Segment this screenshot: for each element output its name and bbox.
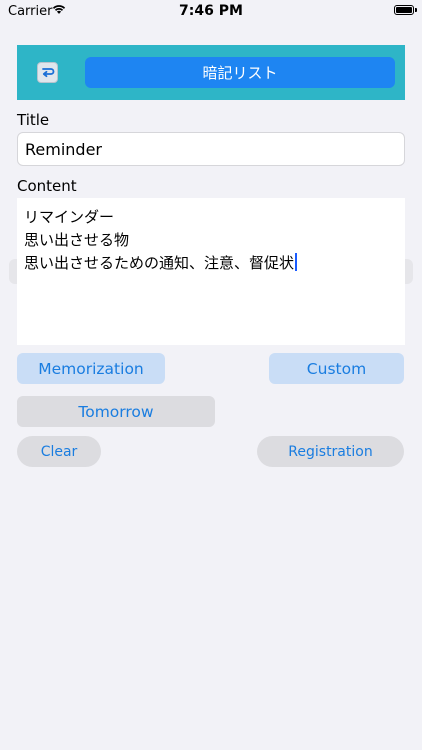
clear-button[interactable]: Clear	[17, 436, 101, 467]
battery-tip	[415, 8, 417, 12]
content-line: 思い出させる物	[24, 231, 130, 249]
memorization-button[interactable]: Memorization	[17, 353, 165, 384]
back-button[interactable]	[37, 62, 58, 83]
registration-button[interactable]: Registration	[257, 436, 404, 467]
status-bar: Carrier 7:46 PM	[0, 0, 422, 24]
content-line: リマインダー	[24, 208, 115, 226]
content-textarea[interactable]: リマインダー 思い出させる物 思い出させるための通知、注意、督促状	[17, 198, 405, 345]
content-label: Content	[17, 177, 77, 195]
tomorrow-button[interactable]: Tomorrow	[17, 396, 215, 427]
title-input[interactable]	[17, 132, 405, 166]
content-line-with-caret: 思い出させるための通知、注意、督促状	[24, 252, 398, 275]
battery-icon	[394, 5, 414, 15]
header-bar: 暗記リスト	[17, 45, 405, 100]
status-time: 7:46 PM	[179, 3, 243, 19]
text-caret	[295, 253, 298, 271]
return-arrow-icon	[42, 68, 55, 78]
memorization-list-button[interactable]: 暗記リスト	[85, 57, 395, 88]
title-label: Title	[17, 111, 50, 129]
content-line-text: 思い出させるための通知、注意、督促状	[24, 254, 295, 272]
custom-button[interactable]: Custom	[269, 353, 404, 384]
